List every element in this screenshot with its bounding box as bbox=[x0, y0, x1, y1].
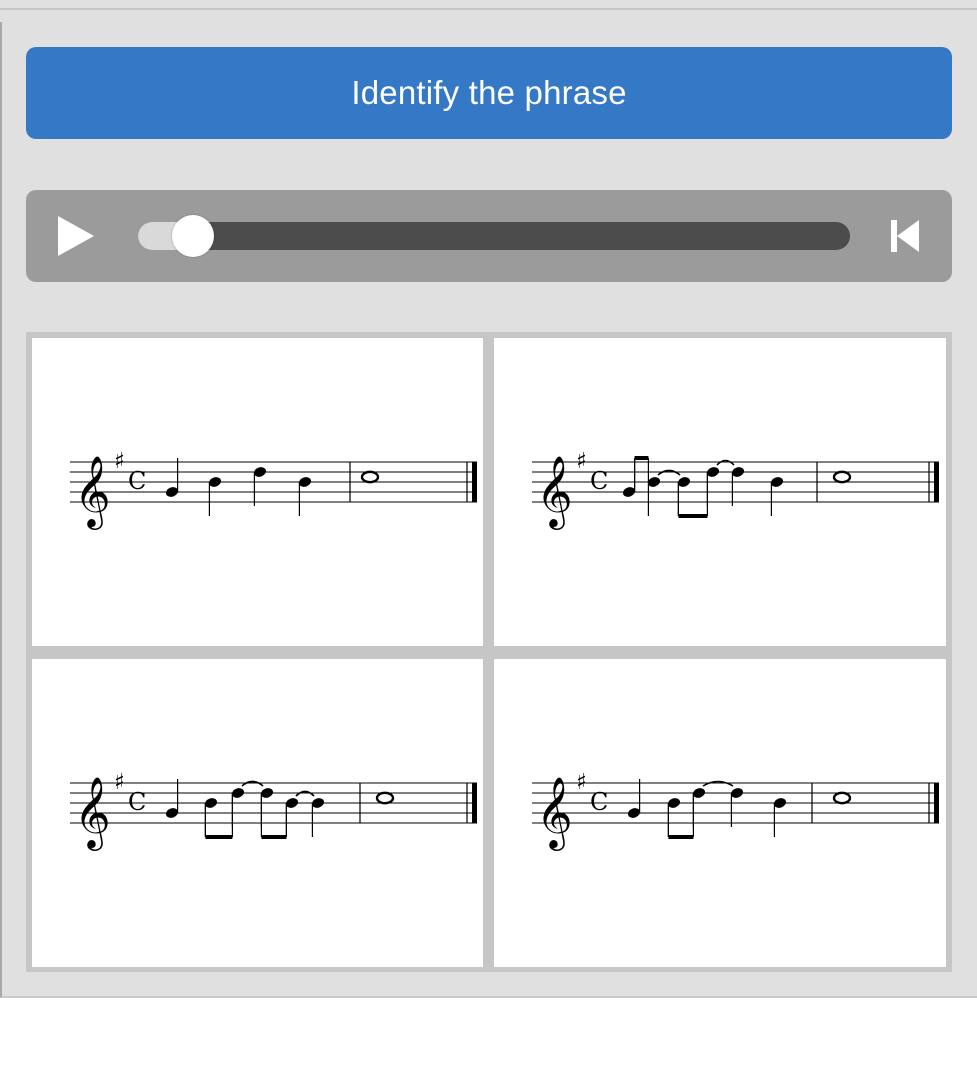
tie bbox=[241, 780, 264, 787]
answer-option-4[interactable]: 𝄞 ♯ C bbox=[494, 659, 946, 967]
answer-option-1[interactable]: 𝄞 ♯ C bbox=[32, 338, 483, 646]
key-signature-sharp: ♯ bbox=[576, 770, 587, 795]
staff: 𝄞 ♯C bbox=[532, 449, 939, 530]
key-signature-sharp: ♯ bbox=[114, 449, 125, 474]
whole-note bbox=[832, 470, 852, 484]
treble-clef: 𝄞 bbox=[536, 775, 573, 851]
time-signature: C bbox=[590, 788, 608, 816]
prompt-title-label: Identify the phrase bbox=[351, 74, 627, 111]
staff-notation-1: 𝄞 ♯C bbox=[70, 449, 477, 530]
time-signature: C bbox=[128, 467, 146, 495]
final-barline-thick bbox=[472, 783, 477, 823]
staff-notation-2: 𝄞 ♯C bbox=[532, 449, 939, 530]
progress-slider[interactable] bbox=[138, 215, 850, 257]
top-bar bbox=[0, 0, 977, 22]
tie bbox=[657, 469, 681, 476]
staff: 𝄞 ♯C bbox=[70, 449, 477, 530]
answer-options-grid: 𝄞 ♯ C 𝄞 ♯ C 𝄞 ♯ C 𝄞 ♯ C bbox=[26, 332, 952, 972]
top-divider bbox=[0, 8, 977, 10]
staff-notation-4: 𝄞 ♯C bbox=[532, 770, 939, 851]
tie bbox=[716, 459, 735, 466]
play-icon[interactable] bbox=[58, 216, 94, 256]
answer-option-2[interactable]: 𝄞 ♯ C bbox=[494, 338, 946, 646]
staff: 𝄞 ♯C bbox=[532, 770, 939, 851]
staff-notation-3: 𝄞 ♯C bbox=[70, 770, 477, 851]
final-barline-thick bbox=[934, 462, 939, 502]
whole-note bbox=[832, 791, 852, 805]
time-signature: C bbox=[590, 467, 608, 495]
time-signature: C bbox=[128, 788, 146, 816]
whole-note bbox=[360, 470, 380, 484]
progress-thumb[interactable] bbox=[172, 215, 215, 257]
treble-clef: 𝄞 bbox=[536, 454, 573, 530]
tie bbox=[702, 780, 734, 787]
final-barline-thick bbox=[472, 462, 477, 502]
whole-note bbox=[375, 791, 395, 805]
tie bbox=[295, 790, 315, 797]
staff: 𝄞 ♯C bbox=[70, 770, 477, 851]
key-signature-sharp: ♯ bbox=[576, 449, 587, 474]
progress-track bbox=[138, 222, 850, 250]
treble-clef: 𝄞 bbox=[74, 775, 111, 851]
skip-to-start-icon[interactable] bbox=[891, 220, 919, 252]
answer-option-3[interactable]: 𝄞 ♯ C bbox=[32, 659, 483, 967]
prompt-title: Identify the phrase bbox=[26, 47, 952, 139]
treble-clef: 𝄞 bbox=[74, 454, 111, 530]
key-signature-sharp: ♯ bbox=[114, 770, 125, 795]
final-barline-thick bbox=[934, 783, 939, 823]
